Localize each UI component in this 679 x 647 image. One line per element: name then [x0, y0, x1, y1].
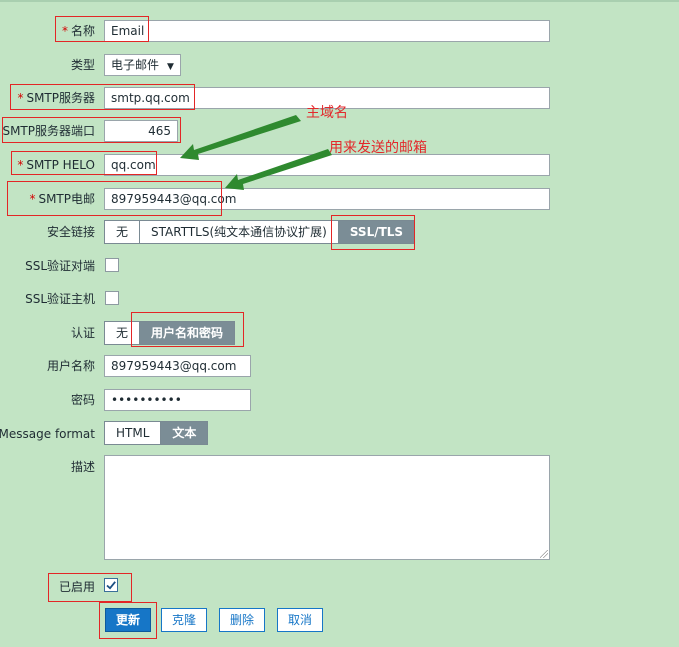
annotation-arrows: [180, 115, 332, 190]
arrow-to-helo-icon: [180, 115, 301, 160]
arrow-to-email-icon: [225, 149, 332, 190]
